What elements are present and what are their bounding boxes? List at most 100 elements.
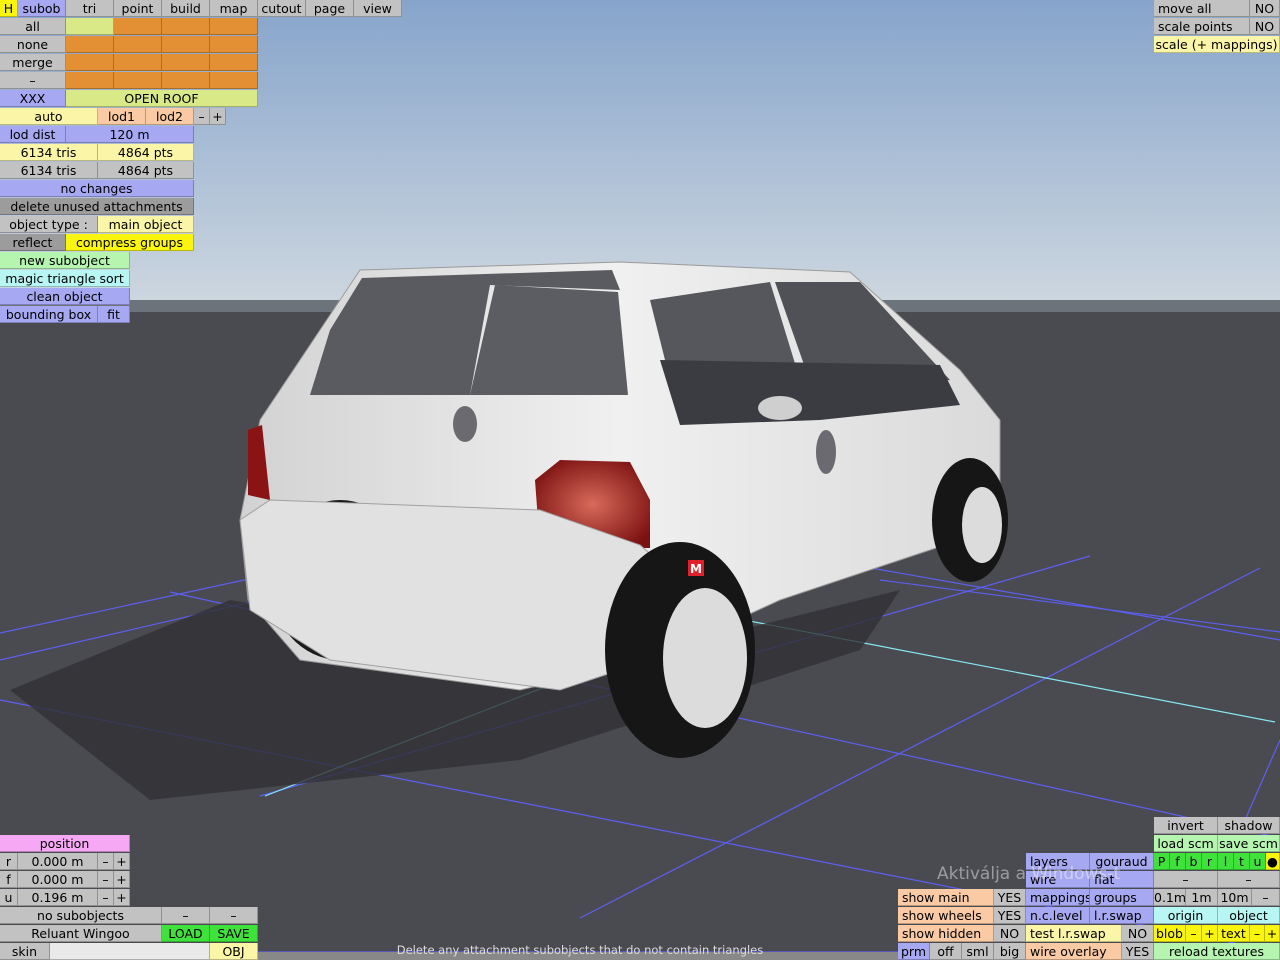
- grid-10m-button[interactable]: 10m: [1218, 889, 1252, 906]
- tris-count: 6134 tris: [0, 144, 98, 161]
- subobject-slot[interactable]: [114, 54, 162, 71]
- move-all-toggle[interactable]: NO: [1250, 0, 1280, 17]
- delete-unused-attachments-button[interactable]: delete unused attachments: [0, 198, 194, 215]
- nc-level-button[interactable]: n.c.level: [1026, 907, 1090, 924]
- lod-auto-button[interactable]: auto: [0, 108, 98, 125]
- magic-triangle-sort-button[interactable]: magic triangle sort: [0, 270, 130, 287]
- mappings-button[interactable]: mappings: [1026, 889, 1090, 906]
- view-p-button[interactable]: P: [1154, 853, 1170, 870]
- origin-button[interactable]: origin: [1154, 907, 1218, 924]
- save-scm-button[interactable]: save scm: [1218, 835, 1280, 852]
- subobject-slot[interactable]: [162, 18, 210, 35]
- text-minus-button[interactable]: –: [1250, 925, 1265, 942]
- no-changes-button[interactable]: no changes: [0, 180, 194, 197]
- subobject-slot[interactable]: [210, 54, 258, 71]
- position-plus-f[interactable]: +: [114, 871, 130, 888]
- subobject-slot[interactable]: [210, 18, 258, 35]
- compress-groups-button[interactable]: compress groups: [66, 234, 194, 251]
- lod-minus-button[interactable]: –: [194, 108, 210, 125]
- lod-dist-value[interactable]: 120 m: [66, 126, 194, 143]
- subobject-slot[interactable]: [162, 36, 210, 53]
- text-plus-button[interactable]: +: [1265, 925, 1280, 942]
- subobject-slot[interactable]: [114, 36, 162, 53]
- grid-size-minus-button[interactable]: –: [1252, 889, 1280, 906]
- minus-button[interactable]: –: [0, 72, 66, 89]
- pts-count-total: 4864 pts: [98, 162, 194, 179]
- tab-cutout[interactable]: cutout: [258, 0, 306, 17]
- blob-minus-button[interactable]: –: [1186, 925, 1202, 942]
- merge-button[interactable]: merge: [0, 54, 66, 71]
- shadow-button[interactable]: shadow: [1218, 817, 1280, 834]
- subobject-slot[interactable]: [66, 36, 114, 53]
- lod1-button[interactable]: lod1: [98, 108, 146, 125]
- view-dot-button[interactable]: ●: [1266, 853, 1280, 870]
- view-u-button[interactable]: u: [1250, 853, 1266, 870]
- subobject-slot[interactable]: [162, 72, 210, 89]
- bounding-box-button[interactable]: bounding box: [0, 306, 98, 323]
- subobject-name-field[interactable]: OPEN ROOF: [66, 90, 258, 107]
- show-hidden-toggle[interactable]: NO: [994, 925, 1026, 942]
- tab-tri[interactable]: tri: [66, 0, 114, 17]
- position-value-f[interactable]: 0.000 m: [18, 871, 98, 888]
- subobject-slot[interactable]: [66, 18, 114, 35]
- position-value-u[interactable]: 0.196 m: [18, 889, 98, 906]
- new-subobject-button[interactable]: new subobject: [0, 252, 130, 269]
- clean-object-button[interactable]: clean object: [0, 288, 130, 305]
- subobject-slot[interactable]: [66, 72, 114, 89]
- position-value-r[interactable]: 0.000 m: [18, 853, 98, 870]
- blob-button[interactable]: blob: [1154, 925, 1186, 942]
- object-button[interactable]: object: [1218, 907, 1280, 924]
- tab-build[interactable]: build: [162, 0, 210, 17]
- view-r-button[interactable]: r: [1202, 853, 1218, 870]
- menu-h-button[interactable]: H: [0, 0, 18, 17]
- position-minus-u[interactable]: –: [98, 889, 114, 906]
- load-button[interactable]: LOAD: [162, 925, 210, 942]
- save-button[interactable]: SAVE: [210, 925, 258, 942]
- grid-0-1m-button[interactable]: 0.1m: [1154, 889, 1186, 906]
- subobject-slot[interactable]: [66, 54, 114, 71]
- scale-mappings-button[interactable]: scale (+ mappings): [1154, 36, 1280, 53]
- scale-points-toggle[interactable]: NO: [1250, 18, 1280, 35]
- subobject-slot[interactable]: [162, 54, 210, 71]
- tab-point[interactable]: point: [114, 0, 162, 17]
- grid-1m-button[interactable]: 1m: [1186, 889, 1218, 906]
- lr-swap-button[interactable]: l.r.swap: [1090, 907, 1154, 924]
- car-name-field[interactable]: Reluant Wingoo: [0, 925, 162, 942]
- groups-button[interactable]: groups: [1090, 889, 1154, 906]
- view-l-button[interactable]: l: [1218, 853, 1234, 870]
- tab-view[interactable]: view: [354, 0, 402, 17]
- tab-subob[interactable]: subob: [18, 0, 66, 17]
- subobjects-minus-button[interactable]: –: [162, 907, 210, 924]
- tab-map[interactable]: map: [210, 0, 258, 17]
- show-wheels-toggle[interactable]: YES: [994, 907, 1026, 924]
- view-b-button[interactable]: b: [1186, 853, 1202, 870]
- position-minus-f[interactable]: –: [98, 871, 114, 888]
- view-f-button[interactable]: f: [1170, 853, 1186, 870]
- fit-button[interactable]: fit: [98, 306, 130, 323]
- subobject-slot[interactable]: [210, 36, 258, 53]
- subobject-slot[interactable]: [114, 18, 162, 35]
- position-minus-r[interactable]: –: [98, 853, 114, 870]
- tab-page[interactable]: page: [306, 0, 354, 17]
- subobjects-minus-button-2[interactable]: –: [210, 907, 258, 924]
- invert-button[interactable]: invert: [1154, 817, 1218, 834]
- reflect-button[interactable]: reflect: [0, 234, 66, 251]
- subobject-slot[interactable]: [210, 72, 258, 89]
- select-none-button[interactable]: none: [0, 36, 66, 53]
- view-t-button[interactable]: t: [1234, 853, 1250, 870]
- lod2-button[interactable]: lod2: [146, 108, 194, 125]
- show-main-toggle[interactable]: YES: [994, 889, 1026, 906]
- subobject-slot[interactable]: [114, 72, 162, 89]
- grid-minus-button-2[interactable]: –: [1218, 871, 1280, 888]
- object-type-value[interactable]: main object: [98, 216, 194, 233]
- select-all-button[interactable]: all: [0, 18, 66, 35]
- position-plus-u[interactable]: +: [114, 889, 130, 906]
- blob-plus-button[interactable]: +: [1202, 925, 1218, 942]
- test-lr-swap-toggle[interactable]: NO: [1122, 925, 1154, 942]
- lod-plus-button[interactable]: +: [210, 108, 226, 125]
- grid-minus-button[interactable]: –: [1154, 871, 1218, 888]
- position-plus-r[interactable]: +: [114, 853, 130, 870]
- load-scm-button[interactable]: load scm: [1154, 835, 1218, 852]
- subobject-tag-button[interactable]: XXX: [0, 90, 66, 107]
- text-button[interactable]: text: [1218, 925, 1250, 942]
